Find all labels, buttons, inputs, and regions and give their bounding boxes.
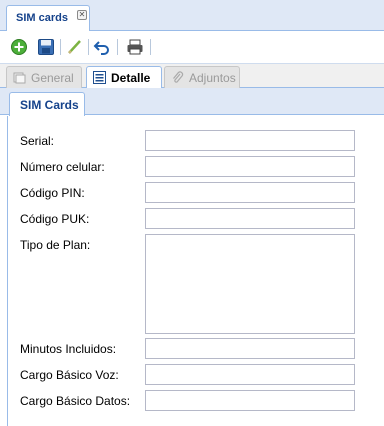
cargo-basico-datos-field[interactable]	[145, 390, 355, 411]
codigo-puk-label: Código PUK:	[20, 212, 90, 226]
codigo-puk-field[interactable]	[145, 208, 355, 229]
cargo-basico-datos-label: Cargo Básico Datos:	[20, 394, 131, 408]
tab-sim-cards-label: SIM Cards	[20, 98, 79, 112]
paperclip-icon	[171, 71, 184, 84]
detail-tabs: General Detalle Adjuntos	[0, 64, 384, 89]
numero-celular-field[interactable]	[145, 156, 355, 177]
document-icon	[13, 71, 26, 84]
panel-tab-strip: SIM Cards	[0, 88, 384, 116]
sim-card-form: Serial: Número celular: Código PIN: Códi…	[7, 116, 384, 426]
toolbar-separator	[60, 39, 61, 55]
tipo-de-plan-label: Tipo de Plan:	[20, 238, 91, 252]
save-icon[interactable]	[37, 38, 55, 56]
toolbar-separator	[117, 39, 118, 55]
cargo-basico-voz-label: Cargo Básico Voz:	[20, 368, 119, 382]
toolbar-separator	[88, 39, 89, 55]
document-tab-label: SIM cards	[16, 12, 68, 24]
tab-adjuntos[interactable]: Adjuntos	[164, 66, 240, 88]
toolbar	[0, 31, 384, 64]
minutos-incluidos-field[interactable]	[145, 338, 355, 359]
document-tab-sim-cards[interactable]: SIM cards ✕	[6, 5, 90, 31]
codigo-pin-label: Código PIN:	[20, 186, 85, 200]
tab-detalle-label: Detalle	[111, 71, 151, 85]
codigo-pin-field[interactable]	[145, 182, 355, 203]
toolbar-separator	[150, 39, 151, 55]
print-icon[interactable]	[126, 38, 144, 56]
tipo-de-plan-field[interactable]	[145, 234, 355, 334]
tab-general-label: General	[31, 71, 74, 85]
minutos-incluidos-label: Minutos Incluidos:	[20, 342, 117, 356]
tab-adjuntos-label: Adjuntos	[189, 71, 236, 85]
serial-field[interactable]	[145, 130, 355, 151]
cargo-basico-voz-field[interactable]	[145, 364, 355, 385]
serial-label: Serial:	[20, 134, 55, 148]
tab-detalle[interactable]: Detalle	[86, 66, 162, 89]
document-tab-strip: SIM cards ✕	[0, 0, 384, 31]
tab-sim-cards[interactable]: SIM Cards	[9, 92, 85, 116]
detail-icon	[93, 71, 106, 84]
numero-celular-label: Número celular:	[20, 160, 105, 174]
undo-icon[interactable]	[93, 38, 111, 56]
close-icon[interactable]: ✕	[77, 10, 87, 20]
tab-general[interactable]: General	[6, 66, 82, 88]
edit-icon[interactable]	[66, 38, 84, 56]
add-icon[interactable]	[10, 38, 28, 56]
